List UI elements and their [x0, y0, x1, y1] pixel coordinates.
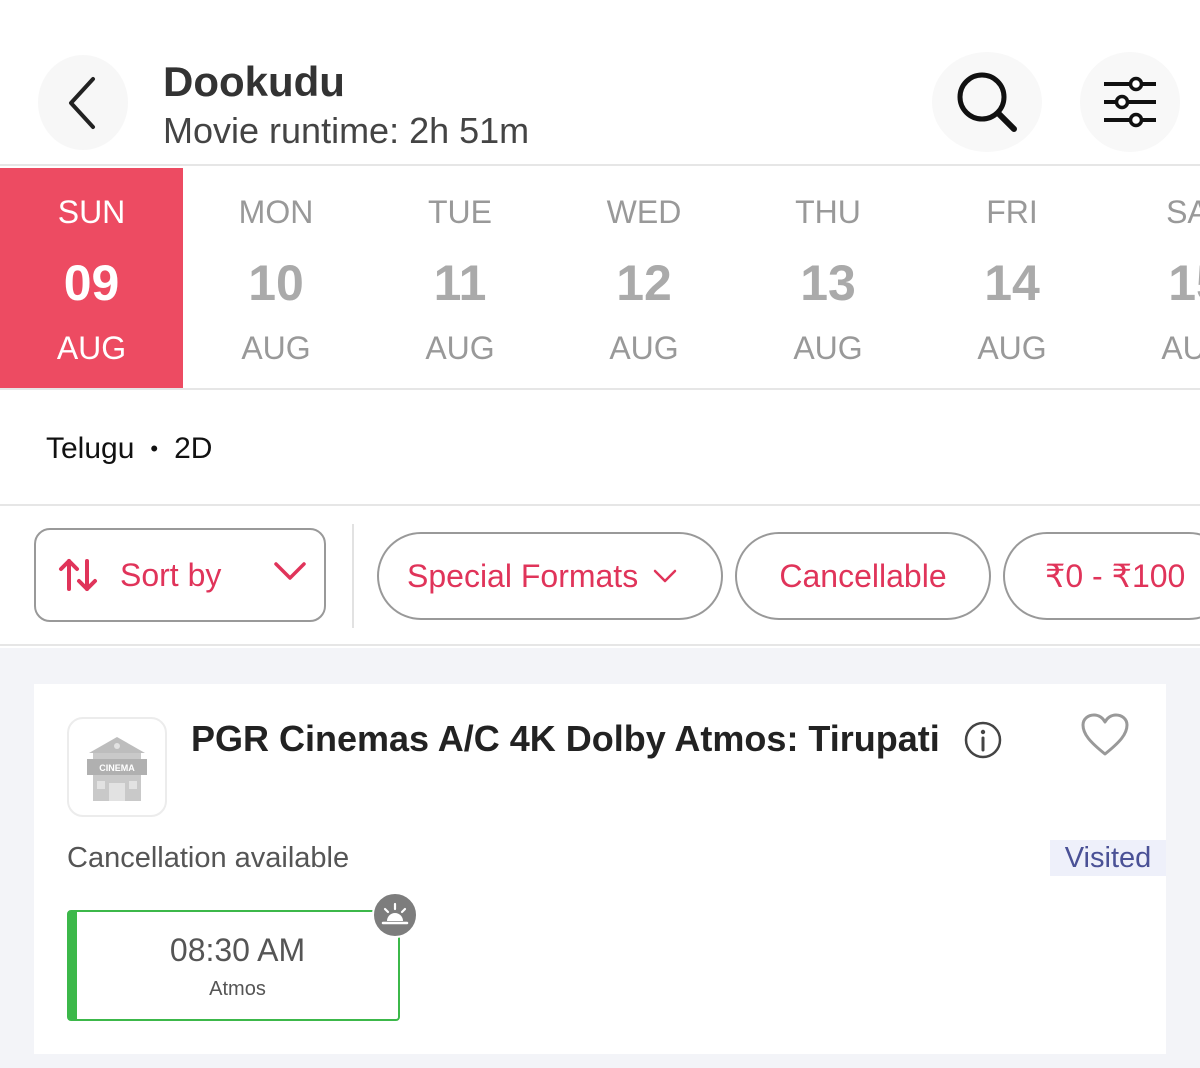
date-item-thu-13[interactable]: THU 13 AUG	[736, 168, 920, 388]
cinema-name[interactable]: PGR Cinemas A/C 4K Dolby Atmos: Tirupati	[191, 718, 940, 760]
separator-dot: •	[150, 436, 159, 461]
date-selector: SUN 09 AUG MON 10 AUG TUE 11 AUG WED 12 …	[0, 168, 1200, 390]
cinema-logo-text: CINEMA	[99, 763, 135, 773]
search-button[interactable]	[932, 52, 1042, 152]
date-month: AUG	[56, 330, 127, 366]
date-month: AUG	[977, 330, 1047, 366]
date-weekday: SAT	[1166, 194, 1200, 230]
date-weekday: THU	[795, 194, 861, 230]
date-item-sat-15[interactable]: SAT 15 AUG	[1104, 168, 1200, 388]
showtime-time: 08:30 AM	[169, 932, 306, 968]
date-weekday: SUN	[57, 194, 126, 230]
cinema-building-icon: CINEMA	[87, 737, 147, 801]
date-day: 13	[800, 255, 856, 311]
date-day: 11	[433, 255, 487, 311]
movie-runtime: Movie runtime: 2h 51m	[163, 110, 530, 151]
movie-title: Dookudu	[163, 58, 345, 105]
date-month: AUG	[609, 330, 679, 366]
cinema-logo: CINEMA	[67, 717, 167, 817]
sunrise-icon	[372, 892, 418, 938]
showtime-format: Atmos	[209, 978, 266, 1000]
date-month: AUG	[425, 330, 495, 366]
chip-label: ₹0 - ₹100	[1045, 558, 1186, 594]
date-item-fri-14[interactable]: FRI 14 AUG	[920, 168, 1104, 388]
heart-icon[interactable]	[1080, 712, 1130, 758]
sort-by-button[interactable]: Sort by	[34, 528, 326, 622]
format-label: 2D	[174, 432, 213, 465]
app-header: Dookudu Movie runtime: 2h 51m	[0, 0, 1200, 166]
back-arrow-icon	[69, 76, 95, 129]
chevron-down-icon	[653, 569, 677, 583]
back-button[interactable]	[38, 55, 128, 150]
date-month: AUG	[793, 330, 863, 366]
date-day: 12	[616, 255, 672, 311]
search-icon	[957, 72, 1017, 132]
date-item-sun-09[interactable]: SUN 09 AUG	[0, 168, 183, 388]
date-month: AUG	[1161, 330, 1200, 366]
price-range-chip[interactable]: ₹0 - ₹100	[1003, 532, 1200, 620]
visited-badge: Visited	[1050, 840, 1166, 876]
chip-label: Cancellable	[779, 557, 947, 594]
sort-by-label: Sort by	[120, 556, 222, 593]
date-weekday: WED	[606, 194, 682, 230]
date-day: 10	[248, 255, 304, 311]
cinema-card[interactable]: CINEMA PGR Cinemas A/C 4K Dolby Atmos: T…	[34, 684, 1166, 1054]
language-label: Telugu	[46, 432, 135, 465]
date-item-wed-12[interactable]: WED 12 AUG	[552, 168, 736, 388]
cancellation-status: Cancellation available	[67, 842, 350, 874]
date-item-mon-10[interactable]: MON 10 AUG	[184, 168, 368, 388]
filter-settings-button[interactable]	[1080, 52, 1180, 152]
date-weekday: MON	[238, 194, 314, 230]
language-format-row: Telugu • 2D	[46, 432, 212, 466]
chevron-down-icon	[274, 562, 306, 580]
date-weekday: FRI	[986, 194, 1038, 230]
chip-label: Special Formats	[407, 557, 639, 594]
date-item-tue-11[interactable]: TUE 11 AUG	[368, 168, 552, 388]
date-month: AUG	[241, 330, 311, 366]
vertical-divider	[352, 524, 354, 628]
date-weekday: TUE	[428, 194, 492, 230]
cancellable-chip[interactable]: Cancellable	[735, 532, 991, 620]
filter-bar: Sort by Special Formats Cancellable ₹0 -…	[0, 506, 1200, 646]
sort-arrows-icon	[59, 559, 97, 591]
date-day: 09	[63, 255, 120, 311]
date-day: 15	[1168, 255, 1200, 311]
sliders-icon	[1104, 76, 1156, 128]
showtime-button[interactable]: 08:30 AM Atmos	[67, 910, 400, 1021]
info-icon[interactable]	[963, 720, 1003, 760]
special-formats-chip[interactable]: Special Formats	[377, 532, 723, 620]
date-day: 14	[984, 255, 1040, 311]
